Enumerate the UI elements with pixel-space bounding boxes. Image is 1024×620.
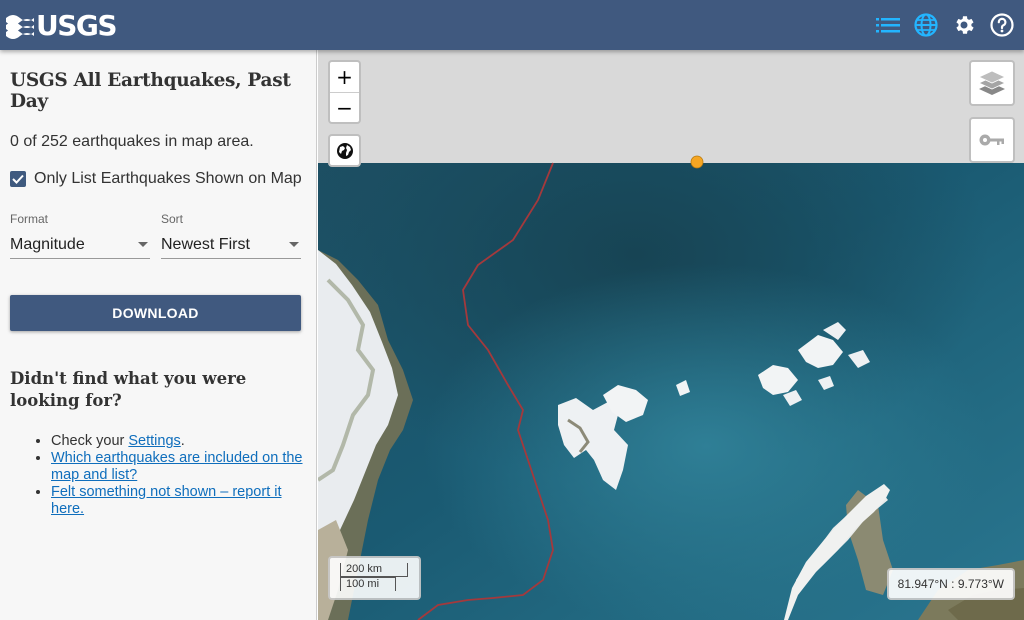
layers-icon bbox=[978, 70, 1006, 95]
zoom-control: + − bbox=[328, 60, 361, 124]
globe-icon[interactable] bbox=[914, 13, 938, 37]
help-icon[interactable] bbox=[990, 13, 1014, 37]
format-select-box[interactable]: Magnitude bbox=[10, 231, 150, 259]
list-panel: USGS All Earthquakes, Past Day 0 of 252 … bbox=[0, 50, 317, 620]
earthquake-count: 0 of 252 earthquakes in map area. bbox=[10, 133, 254, 150]
chevron-down-icon[interactable] bbox=[138, 242, 148, 247]
usgs-logo[interactable]: USGS bbox=[0, 0, 118, 50]
format-value[interactable]: Magnitude bbox=[10, 236, 85, 254]
satellite-map[interactable] bbox=[318, 50, 1024, 620]
format-select[interactable]: Format Magnitude bbox=[10, 212, 150, 259]
help-item-prefix: Check your bbox=[51, 433, 129, 449]
format-label: Format bbox=[10, 212, 49, 226]
map-view[interactable]: + − 200 km 100 mi 81.947°N : 9.773°W bbox=[318, 50, 1024, 620]
cursor-coordinates: 81.947°N : 9.773°W bbox=[886, 568, 1015, 600]
sort-label: Sort bbox=[161, 212, 184, 226]
usgs-wave-icon bbox=[6, 15, 34, 39]
zoom-in-button[interactable]: + bbox=[330, 62, 359, 92]
earthquake-marker[interactable] bbox=[690, 155, 704, 169]
sort-select-box[interactable]: Newest First bbox=[161, 231, 301, 259]
key-icon bbox=[979, 134, 1004, 146]
sort-value[interactable]: Newest First bbox=[161, 236, 250, 254]
which-earthquakes-link[interactable]: Which earthquakes are included on the ma… bbox=[51, 450, 303, 483]
page-title: USGS All Earthquakes, Past Day bbox=[10, 70, 291, 112]
logo-text: USGS bbox=[36, 8, 118, 42]
world-view-button[interactable] bbox=[328, 134, 361, 167]
layers-button[interactable] bbox=[969, 60, 1015, 106]
help-item-suffix: . bbox=[180, 433, 185, 449]
chevron-down-icon[interactable] bbox=[289, 242, 299, 247]
zoom-out-button[interactable]: − bbox=[330, 92, 359, 122]
only-list-shown-checkbox[interactable]: Only List Earthquakes Shown on Map bbox=[10, 170, 306, 188]
scale-bar: 200 km 100 mi bbox=[328, 556, 421, 600]
globe-icon bbox=[336, 142, 353, 159]
settings-link[interactable]: Settings bbox=[128, 433, 180, 449]
download-button[interactable]: DOWNLOAD bbox=[10, 295, 301, 331]
scale-mi: 100 mi bbox=[340, 577, 396, 591]
gear-icon[interactable] bbox=[952, 13, 976, 37]
report-felt-link[interactable]: Felt something not shown – report it her… bbox=[51, 484, 282, 517]
help-heading: Didn't find what you were looking for? bbox=[10, 369, 247, 410]
sort-select[interactable]: Sort Newest First bbox=[161, 212, 301, 259]
checkbox-checked-icon[interactable] bbox=[10, 171, 26, 187]
list-item: Felt something not shown – report it her… bbox=[51, 484, 306, 518]
list-item: Which earthquakes are included on the ma… bbox=[51, 450, 306, 484]
scale-km: 200 km bbox=[340, 563, 408, 577]
app-header: USGS bbox=[0, 0, 1024, 50]
help-list: Check your Settings. Which earthquakes a… bbox=[10, 433, 306, 518]
legend-button[interactable] bbox=[969, 117, 1015, 163]
list-icon[interactable] bbox=[876, 13, 900, 37]
list-item: Check your Settings. bbox=[51, 433, 306, 450]
checkbox-label[interactable]: Only List Earthquakes Shown on Map bbox=[34, 170, 302, 188]
